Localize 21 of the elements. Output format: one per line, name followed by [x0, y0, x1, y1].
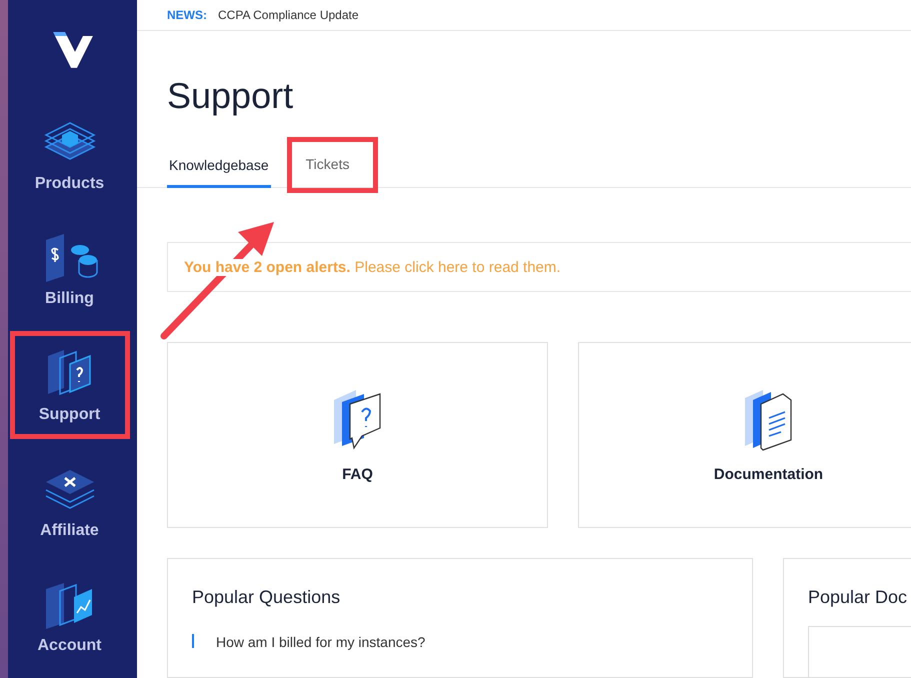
sidebar-item[interactable]: Affiliate: [10, 446, 130, 554]
sidebar-item[interactable]: Support: [10, 331, 130, 439]
link-card[interactable]: FAQ: [167, 342, 548, 528]
tab[interactable]: Tickets: [304, 142, 352, 187]
card-title: Documentation: [714, 466, 824, 482]
page-title: Support: [167, 75, 294, 117]
news-label: NEWS:: [167, 8, 207, 22]
panel-title: Popular Questions: [192, 587, 342, 608]
sidebar-item[interactable]: Billing: [10, 215, 130, 324]
document-stack-icon: [742, 388, 794, 452]
news-link[interactable]: CCPA Compliance Update: [218, 8, 359, 22]
v-logo-icon: [50, 30, 94, 70]
bullet-mark: [192, 634, 194, 648]
link-card[interactable]: Documentation: [578, 342, 911, 528]
question-link[interactable]: How am I billed for my instances?: [192, 634, 728, 650]
sidebar-item[interactable]: Account: [10, 562, 130, 670]
tab[interactable]: Knowledgebase: [167, 143, 271, 188]
panel-title: Popular Doc: [808, 587, 908, 608]
question-document-icon: [332, 388, 384, 452]
sidebar-item[interactable]: Products: [10, 100, 130, 208]
card-title: FAQ: [342, 466, 373, 482]
